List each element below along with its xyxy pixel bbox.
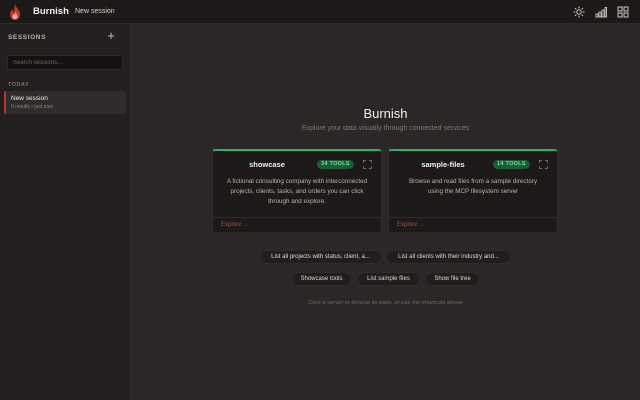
server-card-description: A fictional consulting company with inte…: [226, 178, 368, 205]
sessions-sidebar: SESSIONS + TODAY New session 0 results •…: [0, 24, 131, 400]
sessions-heading: SESSIONS: [8, 34, 47, 41]
sun-icon[interactable]: [573, 6, 585, 18]
explore-link[interactable]: Explore →: [221, 222, 249, 228]
server-card-sample-files[interactable]: sample-files 14 TOOLS Browse and read fi…: [388, 149, 558, 233]
explore-link[interactable]: Explore →: [397, 222, 425, 228]
page-title: Burnish: [363, 106, 408, 121]
search-sessions-input[interactable]: [7, 55, 123, 70]
current-session-name: New session: [75, 8, 115, 15]
tools-count-badge: 34 TOOLS: [317, 160, 354, 169]
session-item-title: New session: [11, 95, 48, 102]
server-card-showcase[interactable]: showcase 34 TOOLS A fictional consulting…: [212, 149, 382, 233]
server-card-name: showcase: [249, 160, 285, 169]
shortcut-hint: Click a server to browse its tools, or u…: [308, 300, 463, 306]
add-session-button[interactable]: +: [104, 29, 118, 43]
session-group-label: TODAY: [8, 82, 30, 88]
server-card-description: Browse and read files from a sample dire…: [408, 178, 538, 195]
signal-bars-icon[interactable]: [595, 6, 607, 18]
expand-icon[interactable]: [539, 160, 548, 169]
shortcut-chip[interactable]: List all projects with status, client, a…: [259, 250, 382, 264]
shortcut-chip[interactable]: Show file tree: [425, 272, 480, 286]
server-card-name: sample-files: [421, 160, 465, 169]
page-subtitle: Explore your data visually through conne…: [301, 125, 470, 132]
tools-count-badge: 14 TOOLS: [493, 160, 530, 169]
top-bar: Burnish New session: [0, 0, 640, 24]
grid-icon[interactable]: [617, 6, 629, 18]
session-item-meta: 0 results • just now: [11, 104, 53, 110]
server-card-footer: Explore →: [389, 217, 557, 233]
app-name: Burnish: [33, 6, 69, 17]
expand-icon[interactable]: [363, 160, 372, 169]
server-card-footer: Explore →: [213, 217, 381, 233]
shortcut-chip[interactable]: Showcase tools: [291, 272, 352, 286]
flame-logo-icon: [9, 4, 21, 20]
shortcut-chip[interactable]: List sample files: [357, 272, 420, 286]
shortcut-chip[interactable]: List all clients with their industry and…: [386, 250, 511, 264]
session-list-item[interactable]: New session 0 results • just now: [4, 91, 126, 114]
